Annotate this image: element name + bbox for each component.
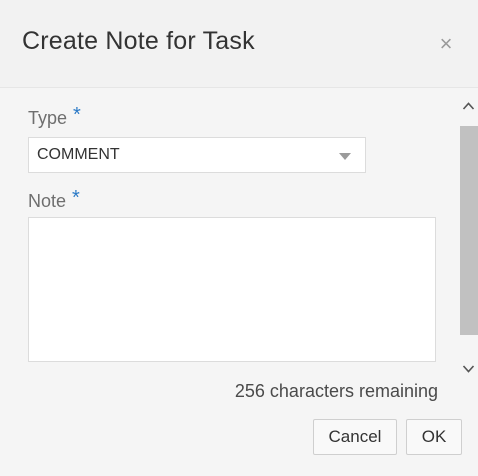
scroll-up-icon[interactable] (462, 100, 475, 113)
required-asterisk: * (72, 187, 80, 209)
note-label-text: Note (28, 191, 67, 211)
close-icon[interactable]: × (434, 32, 458, 56)
cancel-button[interactable]: Cancel (313, 419, 397, 455)
dialog-header: Create Note for Task × (0, 0, 478, 88)
type-select[interactable]: COMMENT (28, 137, 366, 173)
type-label-text: Type (28, 108, 68, 128)
type-select-value: COMMENT (37, 146, 120, 163)
create-note-dialog: Create Note for Task × Type * COMMENT Not… (0, 0, 478, 476)
vertical-scrollbar[interactable] (459, 90, 478, 390)
type-label: Type * (28, 104, 81, 130)
required-asterisk: * (73, 104, 81, 126)
scrollbar-thumb[interactable] (460, 126, 478, 335)
note-textarea[interactable] (28, 217, 436, 362)
characters-remaining: 256 characters remaining (234, 381, 438, 401)
chevron-down-icon (339, 153, 351, 160)
dialog-title: Create Note for Task (22, 27, 255, 55)
note-label: Note * (28, 187, 80, 213)
scroll-down-icon[interactable] (462, 362, 475, 375)
ok-button[interactable]: OK (406, 419, 462, 455)
